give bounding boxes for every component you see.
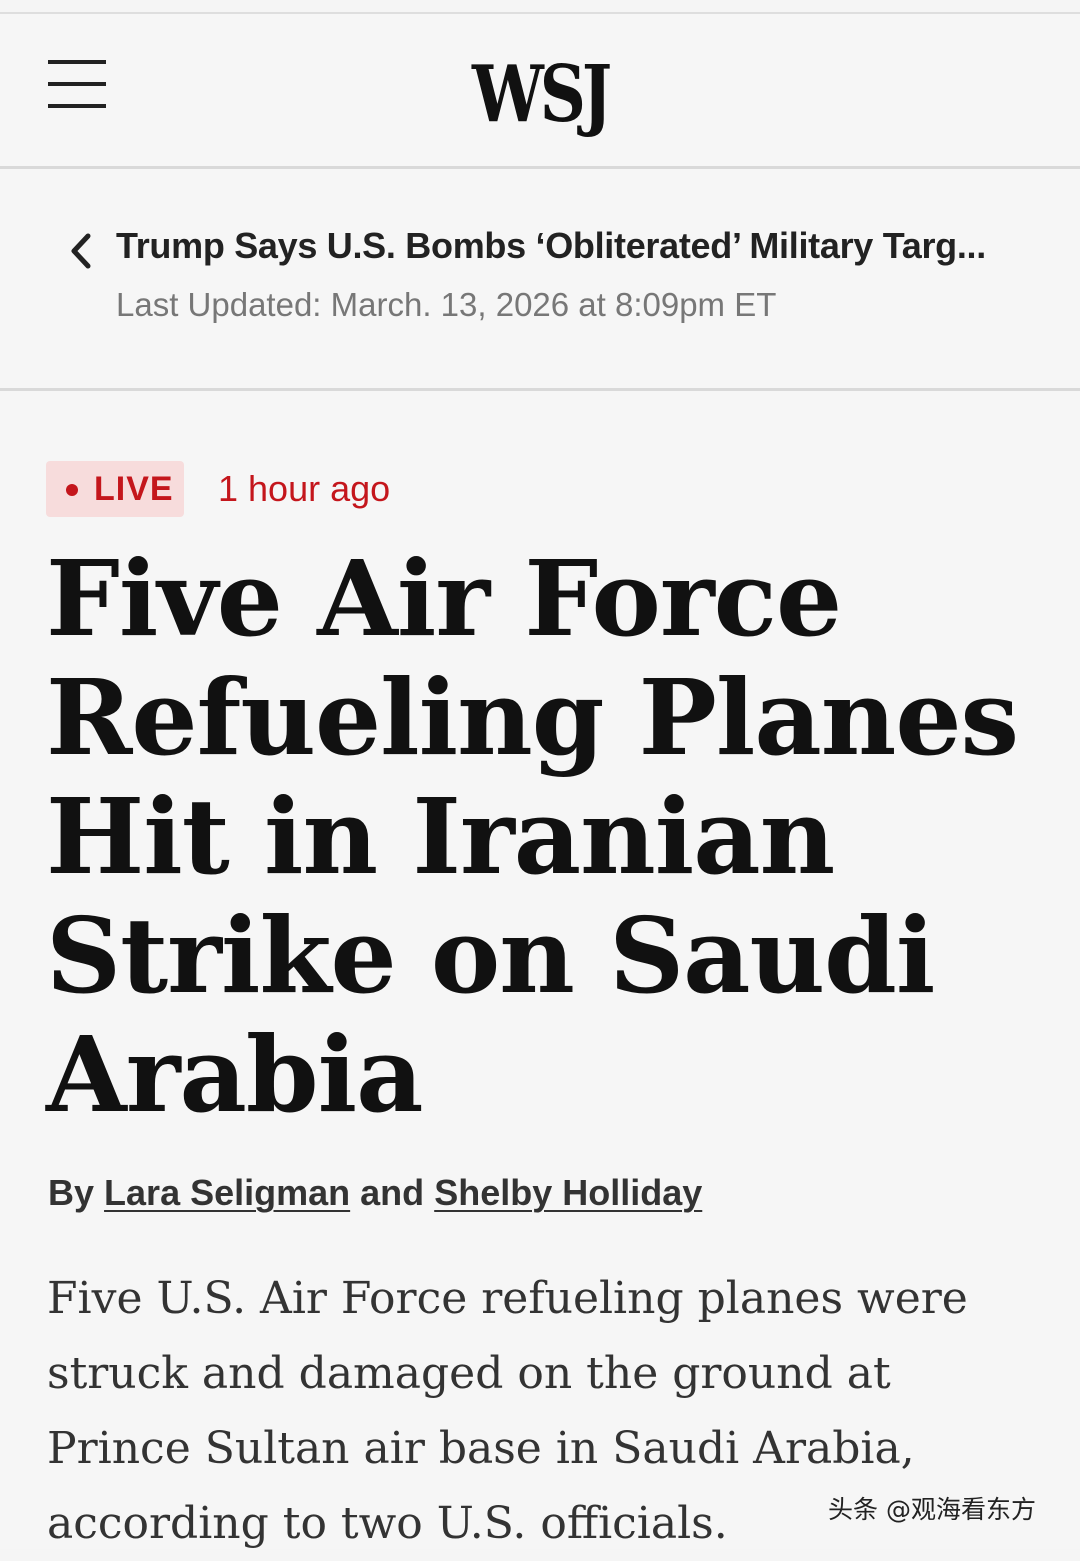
author-link-1[interactable]: Lara Seligman xyxy=(104,1172,350,1213)
parent-story-title[interactable]: Trump Says U.S. Bombs ‘Obliterated’ Mili… xyxy=(116,224,1036,268)
parent-story-bar[interactable]: Trump Says U.S. Bombs ‘Obliterated’ Mili… xyxy=(0,169,1080,391)
byline-joiner: and xyxy=(360,1172,425,1213)
byline-prefix: By xyxy=(48,1172,95,1213)
live-dot-icon xyxy=(66,484,78,496)
source-watermark: 头条 @观海看东方 xyxy=(828,1495,1036,1524)
article-body: LIVE 1 hour ago Five Air Force Refueling… xyxy=(0,391,1080,1549)
wsj-logo[interactable]: WSJ xyxy=(458,50,622,140)
live-badge: LIVE xyxy=(46,461,184,517)
time-ago: 1 hour ago xyxy=(218,468,391,509)
menu-line xyxy=(48,82,106,86)
article-headline: Five Air Force Refueling Planes Hit in I… xyxy=(46,537,1019,1136)
chevron-left-icon[interactable] xyxy=(66,231,96,271)
site-header: WSJ xyxy=(0,14,1080,169)
menu-line xyxy=(48,104,106,108)
top-border xyxy=(0,0,1080,14)
byline: By Lara Seligman and Shelby Holliday xyxy=(48,1171,702,1215)
author-link-2[interactable]: Shelby Holliday xyxy=(434,1172,702,1213)
live-label: LIVE xyxy=(94,470,174,508)
last-updated-text: Last Updated: March. 13, 2026 at 8:09pm … xyxy=(116,286,777,323)
hamburger-menu-icon[interactable] xyxy=(48,60,108,110)
menu-line xyxy=(48,60,106,64)
